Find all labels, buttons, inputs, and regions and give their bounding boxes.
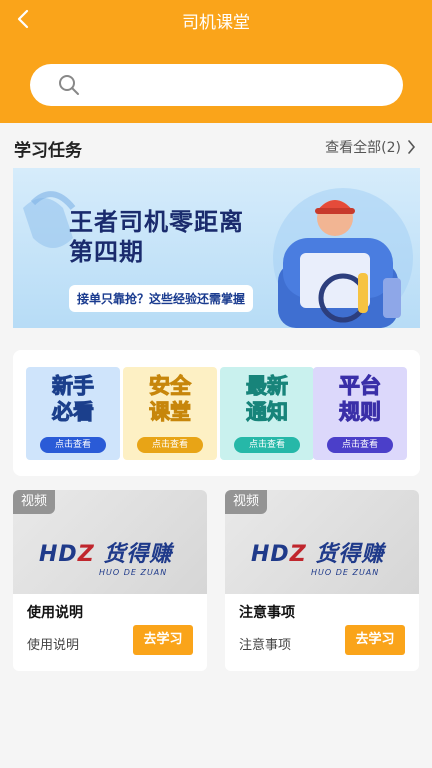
category-news[interactable]: 最新 通知 点击查看 — [220, 367, 314, 460]
video-card[interactable]: 视频 HDZ 货得赚 HUO DE ZUAN 注意事项 注意事项 去学习 — [225, 490, 419, 671]
logo-z: Z — [289, 542, 307, 567]
category-label-line1: 新手 — [52, 374, 95, 399]
banner-subtitle: 接单只靠抢？这些经验还需掌握 — [69, 285, 254, 312]
logo-prefix: HD — [251, 542, 290, 567]
video-description: 使用说明 — [27, 638, 80, 653]
category-safety[interactable]: 安全 课堂 点击查看 — [123, 367, 217, 460]
video-description: 注意事项 — [239, 638, 292, 653]
page-title: 司机课堂 — [182, 13, 250, 33]
logo-cn: 货得赚 — [315, 542, 385, 567]
category-label-line2: 必看 — [52, 400, 95, 425]
logo-z: Z — [77, 542, 95, 567]
brand-logo: HDZ 货得赚 HUO DE ZUAN — [251, 536, 384, 577]
study-button[interactable]: 去学习 — [133, 625, 193, 655]
logo-sub: HUO DE ZUAN — [311, 568, 380, 577]
category-label-line1: 安全 — [149, 374, 192, 399]
category-view-button[interactable]: 点击查看 — [137, 437, 203, 453]
logo-cn: 货得赚 — [103, 542, 173, 567]
video-thumbnail[interactable]: 视频 HDZ 货得赚 HUO DE ZUAN — [13, 490, 207, 594]
search-input[interactable] — [30, 64, 403, 106]
category-label-line2: 课堂 — [149, 400, 192, 425]
video-title: 使用说明 — [27, 605, 83, 621]
brand-logo: HDZ 货得赚 HUO DE ZUAN — [39, 536, 172, 577]
banner-issue: 第四期 — [69, 238, 144, 266]
category-rules[interactable]: 平台 规则 点击查看 — [313, 367, 407, 460]
category-view-button[interactable]: 点击查看 — [234, 437, 300, 453]
category-label-line1: 最新 — [246, 374, 289, 399]
category-label-line2: 通知 — [246, 400, 289, 425]
view-all-label: 查看全部(2) — [325, 140, 401, 156]
category-grid: 新手 必看 点击查看 安全 课堂 点击查看 最新 通知 点击查看 平台 规则 点击查看 — [13, 350, 420, 476]
category-label: 最新 通知 — [220, 373, 314, 425]
category-label-line1: 平台 — [339, 374, 382, 399]
category-label: 平台 规则 — [313, 373, 407, 425]
video-thumbnail[interactable]: 视频 HDZ 货得赚 HUO DE ZUAN — [225, 490, 419, 594]
view-all-link[interactable]: 查看全部(2) — [325, 137, 416, 157]
video-tag: 视频 — [225, 490, 268, 514]
category-view-button[interactable]: 点击查看 — [327, 437, 393, 453]
logo-sub: HUO DE ZUAN — [99, 568, 168, 577]
video-title: 注意事项 — [239, 605, 295, 621]
category-view-button[interactable]: 点击查看 — [40, 437, 106, 453]
category-label-line2: 规则 — [339, 400, 382, 425]
category-newbie[interactable]: 新手 必看 点击查看 — [26, 367, 120, 460]
video-card[interactable]: 视频 HDZ 货得赚 HUO DE ZUAN 使用说明 使用说明 去学习 — [13, 490, 207, 671]
promo-banner[interactable]: 王者司机零距离 第四期 接单只靠抢？这些经验还需掌握 — [13, 168, 420, 328]
search-icon — [59, 75, 79, 95]
video-tag: 视频 — [13, 490, 56, 514]
category-label: 新手 必看 — [26, 373, 120, 425]
category-label: 安全 课堂 — [123, 373, 217, 425]
chevron-right-icon — [408, 140, 416, 154]
app-header: 司机课堂 — [0, 0, 432, 123]
section-title: 学习任务 — [14, 141, 82, 161]
logo-prefix: HD — [39, 542, 78, 567]
study-button[interactable]: 去学习 — [345, 625, 405, 655]
section-header: 学习任务 查看全部(2) — [0, 124, 432, 168]
